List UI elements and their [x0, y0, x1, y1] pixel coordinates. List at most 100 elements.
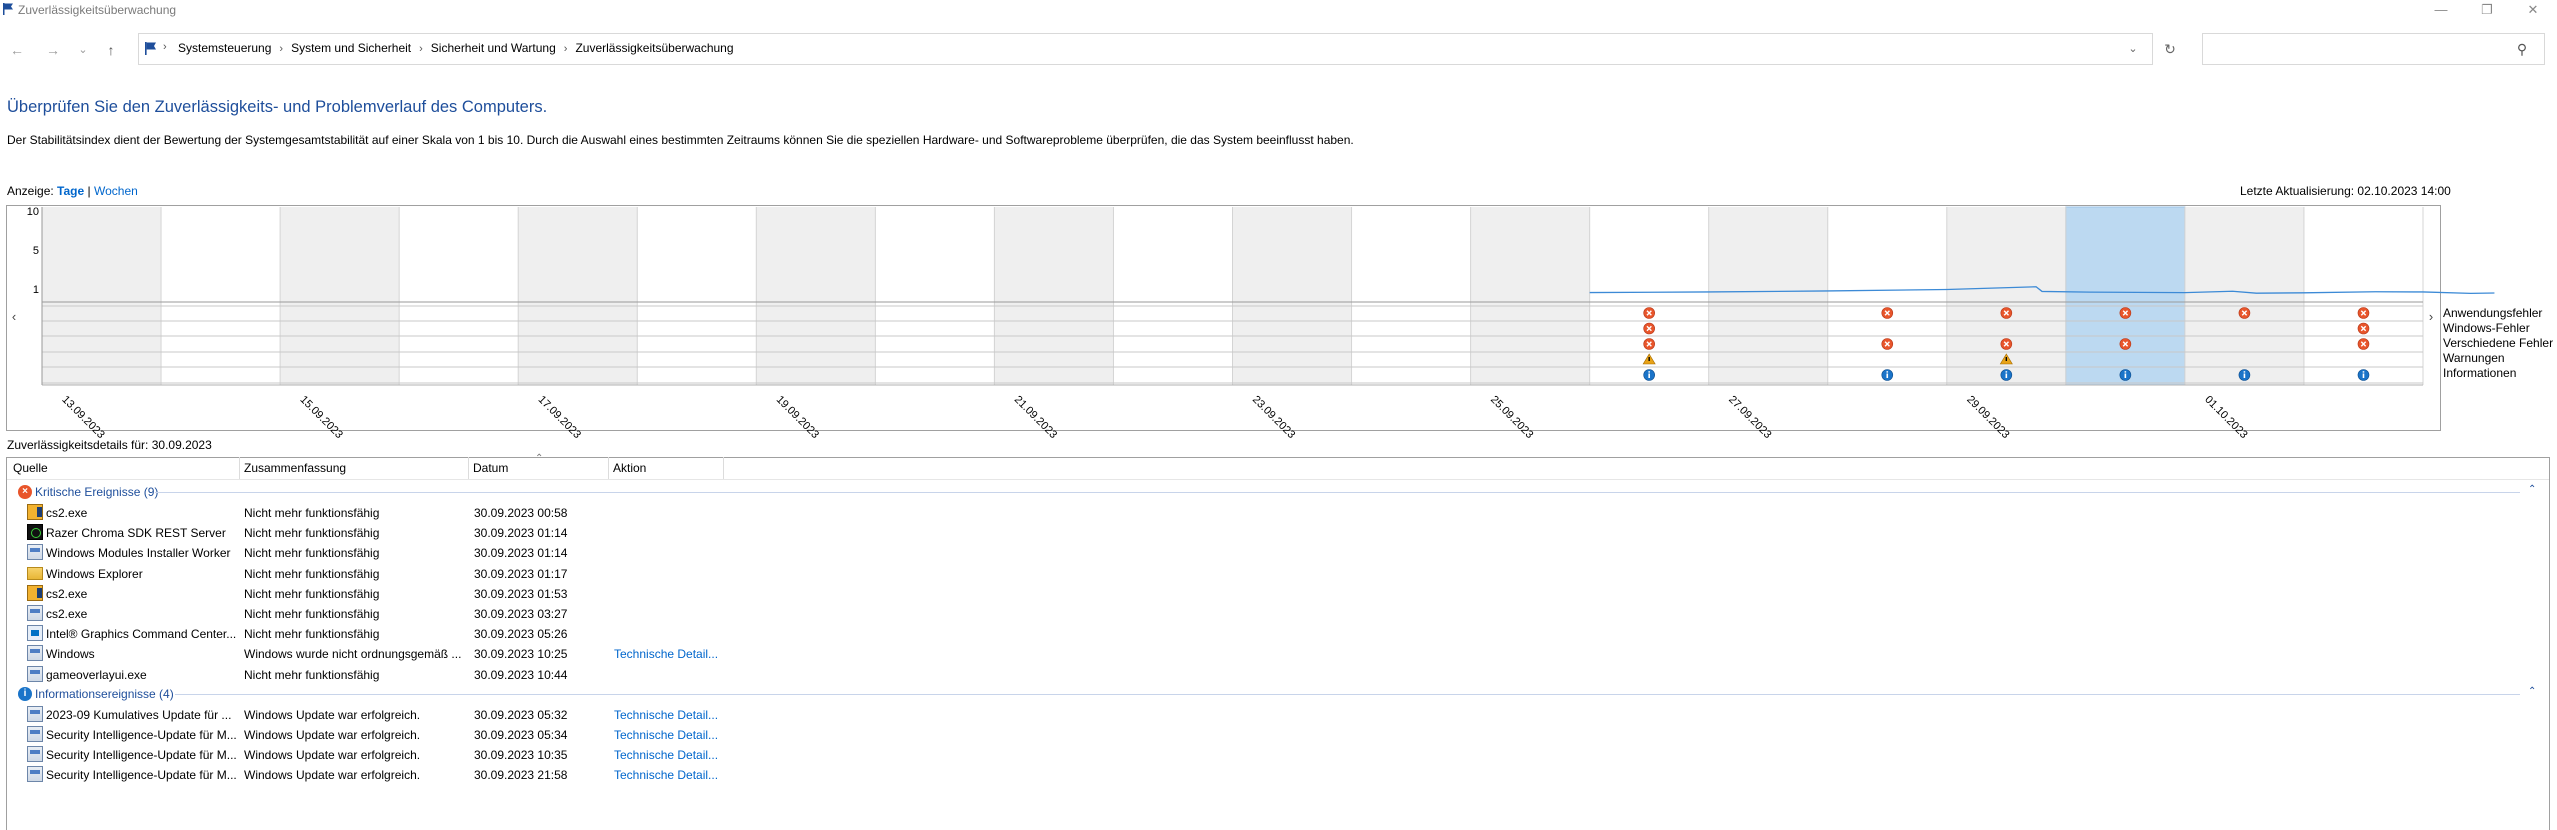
- app-icon: [27, 746, 43, 763]
- row-date[interactable]: 30.09.2023 01:53: [474, 587, 606, 601]
- app-icon: [27, 645, 43, 662]
- info-icon-dot: [2124, 371, 2127, 373]
- row-source[interactable]: Windows Explorer: [46, 567, 236, 581]
- chart-column: [1351, 207, 1471, 385]
- row-source[interactable]: cs2.exe: [46, 506, 236, 520]
- chart-column: [756, 207, 876, 385]
- row-date[interactable]: 30.09.2023 01:14: [474, 526, 606, 540]
- row-source[interactable]: Security Intelligence-Update für M...: [46, 768, 236, 782]
- column-separator: [239, 457, 240, 479]
- row-summary[interactable]: Windows Update war erfolgreich.: [244, 748, 466, 762]
- error-icon: ×: [18, 485, 32, 499]
- info-icon-dot: [2362, 371, 2365, 373]
- collapse-group-button[interactable]: ⌃: [2528, 484, 2536, 495]
- warning-icon-mark: [1648, 357, 1650, 361]
- event-row-label: Verschiedene Fehler: [2443, 336, 2554, 350]
- info-icon-mark: [2005, 373, 2008, 378]
- row-date[interactable]: 30.09.2023 10:44: [474, 668, 606, 682]
- scroll-right-button[interactable]: ›: [2429, 309, 2433, 324]
- row-summary[interactable]: Nicht mehr funktionsfähig: [244, 627, 466, 641]
- chart-column: [1470, 207, 1590, 385]
- row-date[interactable]: 30.09.2023 05:26: [474, 627, 606, 641]
- row-date[interactable]: 30.09.2023 01:17: [474, 567, 606, 581]
- date-tick-label: 27.09.2023: [1726, 394, 1773, 440]
- chart-column: [637, 207, 757, 385]
- technical-details-link[interactable]: Technische Detail...: [614, 647, 724, 661]
- row-date[interactable]: 30.09.2023 05:32: [474, 708, 606, 722]
- y-tick-label: 10: [27, 206, 39, 218]
- row-date[interactable]: 30.09.2023 10:35: [474, 748, 606, 762]
- row-date[interactable]: 30.09.2023 05:34: [474, 728, 606, 742]
- group-divider: [175, 693, 2520, 695]
- chart-column: [2065, 207, 2185, 385]
- date-tick-label: 19.09.2023: [774, 394, 821, 440]
- event-row-label: Windows-Fehler: [2443, 321, 2530, 335]
- info-icon-dot: [2243, 371, 2246, 373]
- row-source[interactable]: Windows: [46, 647, 236, 661]
- column-separator: [468, 457, 469, 479]
- info-icon: i: [18, 686, 32, 701]
- row-date[interactable]: 30.09.2023 01:14: [474, 546, 606, 560]
- technical-details-link[interactable]: Technische Detail...: [614, 748, 724, 762]
- column-separator: [723, 457, 724, 479]
- row-source[interactable]: Security Intelligence-Update für M...: [46, 748, 236, 762]
- row-source[interactable]: Razer Chroma SDK REST Server: [46, 526, 236, 540]
- technical-details-link[interactable]: Technische Detail...: [614, 728, 724, 742]
- group-header-1[interactable]: Informationsereignisse (4): [35, 687, 174, 701]
- column-header-aktion[interactable]: Aktion: [613, 461, 646, 475]
- row-summary[interactable]: Nicht mehr funktionsfähig: [244, 587, 466, 601]
- row-summary[interactable]: Nicht mehr funktionsfähig: [244, 526, 466, 540]
- info-icon-dot: [1648, 371, 1650, 373]
- row-date[interactable]: 30.09.2023 10:25: [474, 647, 606, 661]
- chart-column: [2184, 207, 2304, 385]
- app-icon: [27, 726, 43, 742]
- row-source[interactable]: cs2.exe: [46, 587, 236, 601]
- row-date[interactable]: 30.09.2023 03:27: [474, 607, 606, 621]
- stability-chart-canvas: 10 5 1 ‹ › 13.09.2023 15.09.2023 17.09.2023 19.0…: [12, 206, 2495, 440]
- collapse-group-button[interactable]: ⌃: [2528, 686, 2536, 697]
- row-summary[interactable]: Nicht mehr funktionsfähig: [244, 668, 466, 682]
- row-summary[interactable]: Windows Update war erfolgreich.: [244, 728, 466, 742]
- sort-indicator-icon: ⌃: [535, 453, 544, 464]
- date-tick-label: 13.09.2023: [59, 394, 106, 440]
- row-date[interactable]: 30.09.2023 00:58: [474, 506, 606, 520]
- event-row-label: Anwendungsfehler: [2443, 306, 2543, 320]
- row-source[interactable]: Intel® Graphics Command Center...: [46, 627, 236, 641]
- scroll-left-button[interactable]: ‹: [12, 309, 16, 324]
- row-date[interactable]: 30.09.2023 21:58: [474, 768, 606, 782]
- row-summary[interactable]: Nicht mehr funktionsfähig: [244, 546, 466, 560]
- row-summary[interactable]: Windows wurde nicht ordnungsgemäß ...: [244, 647, 466, 661]
- event-row-label: Warnungen: [2443, 351, 2505, 365]
- row-source[interactable]: gameoverlayui.exe: [46, 668, 236, 682]
- y-tick-label: 5: [33, 245, 39, 257]
- row-summary[interactable]: Nicht mehr funktionsfähig: [244, 607, 466, 621]
- app-icon: [27, 544, 43, 561]
- app-icon: [27, 584, 43, 601]
- app-icon: [27, 605, 43, 621]
- column-header-datum[interactable]: Datum: [473, 461, 508, 475]
- row-summary[interactable]: Windows Update war erfolgreich.: [244, 708, 466, 722]
- technical-details-link[interactable]: Technische Detail...: [614, 708, 724, 722]
- app-icon: [27, 504, 43, 520]
- row-source[interactable]: Windows Modules Installer Worker: [46, 546, 236, 560]
- date-tick-label: 01.10.2023: [2202, 394, 2249, 440]
- chart-column: [1113, 207, 1233, 385]
- column-header-quelle[interactable]: Quelle: [13, 461, 48, 475]
- group-header-0[interactable]: Kritische Ereignisse (9): [35, 485, 158, 499]
- info-icon-mark: [2362, 373, 2365, 378]
- column-header-zusammenfassung[interactable]: Zusammenfassung: [244, 461, 346, 475]
- chart-column: [518, 207, 638, 385]
- technical-details-link[interactable]: Technische Detail...: [614, 768, 724, 782]
- date-tick-label: 21.09.2023: [1012, 394, 1059, 440]
- info-icon-mark: [2243, 373, 2246, 378]
- row-source[interactable]: cs2.exe: [46, 607, 236, 621]
- row-source[interactable]: 2023-09 Kumulatives Update für ...: [46, 708, 236, 722]
- app-icon: [27, 705, 43, 722]
- app-icon: [27, 665, 43, 682]
- row-summary[interactable]: Nicht mehr funktionsfähig: [244, 506, 466, 520]
- info-icon-dot: [1886, 371, 1889, 373]
- row-summary[interactable]: Windows Update war erfolgreich.: [244, 768, 466, 782]
- row-source[interactable]: Security Intelligence-Update für M...: [46, 728, 236, 742]
- chart-column: [994, 207, 1114, 385]
- row-summary[interactable]: Nicht mehr funktionsfähig: [244, 567, 466, 581]
